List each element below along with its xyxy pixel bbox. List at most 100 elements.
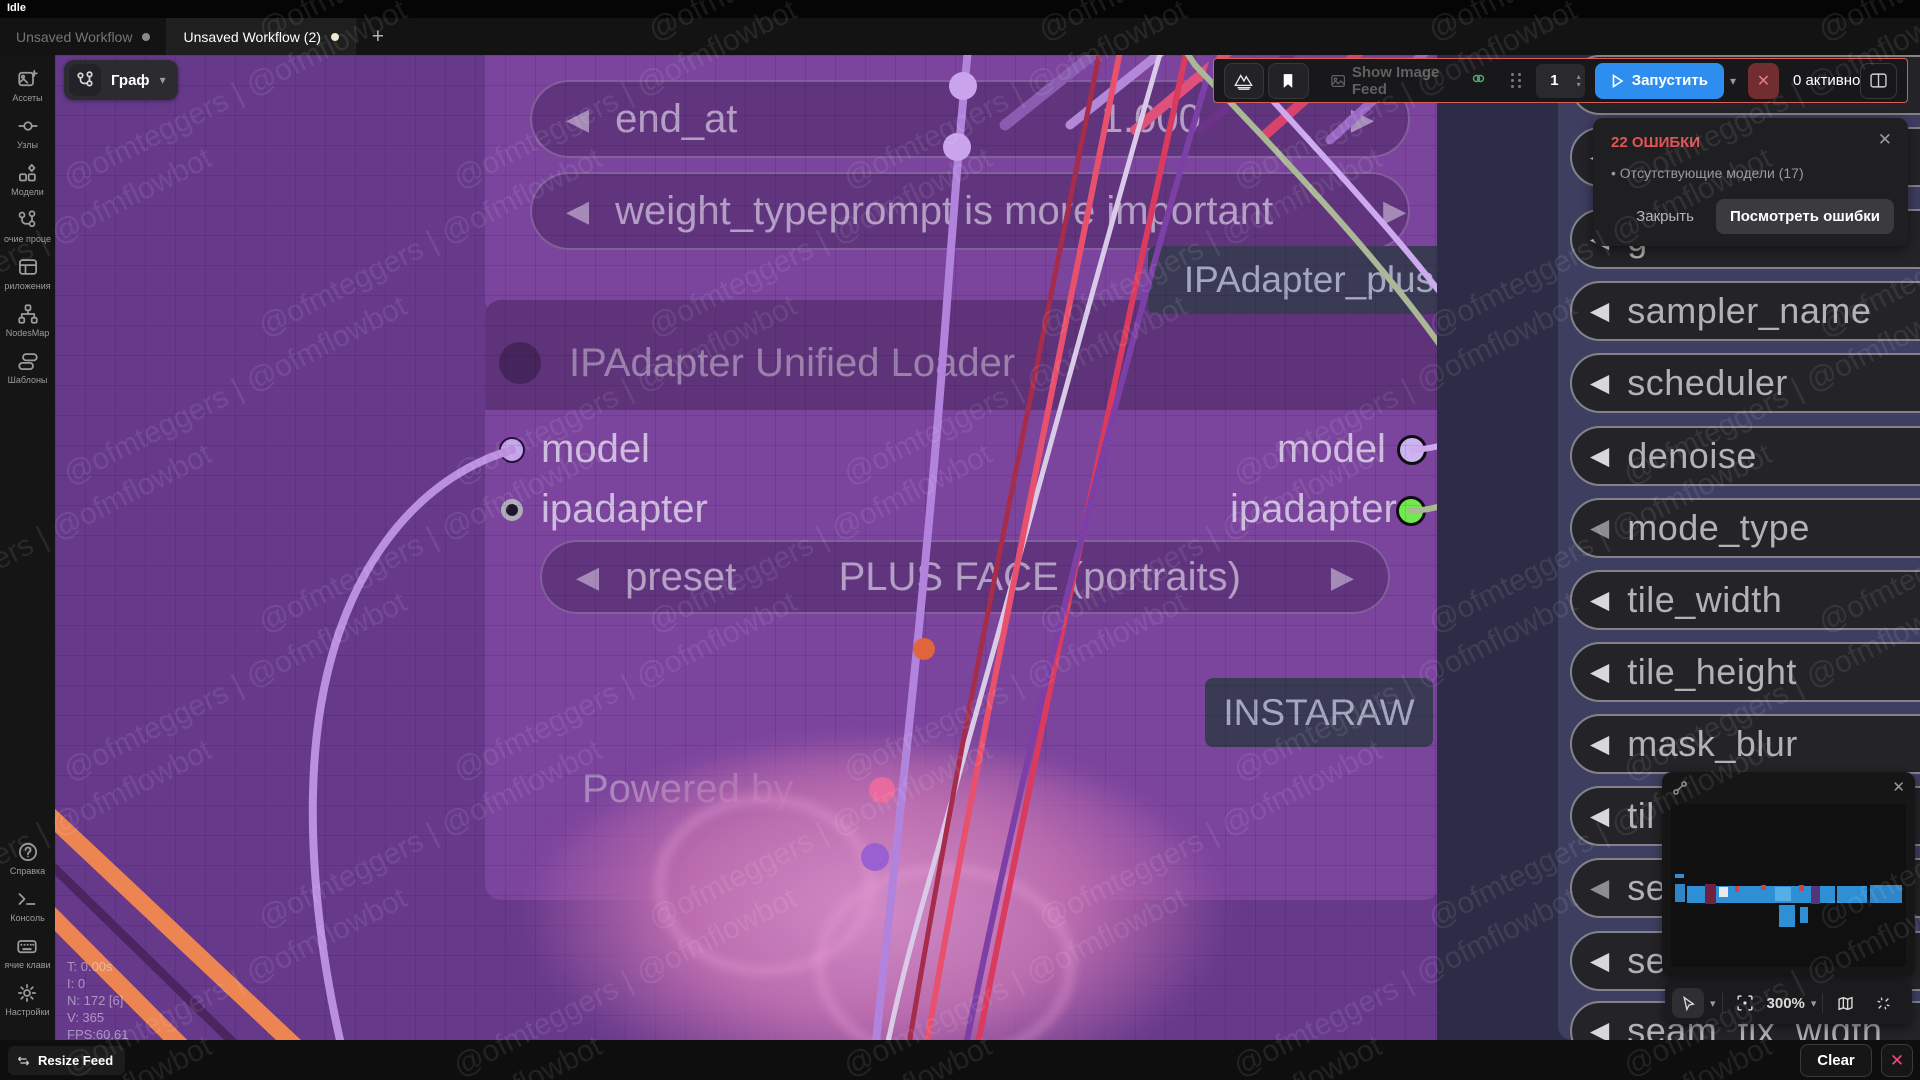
logo-button[interactable] bbox=[1224, 63, 1264, 99]
sidebar-item-label: очие проце bbox=[4, 234, 51, 244]
sidebar-item-nodesmap[interactable]: NodesMap bbox=[6, 304, 50, 338]
widget-left-arrow-icon[interactable]: ◀ bbox=[1590, 441, 1609, 471]
drag-handle-icon[interactable] bbox=[1511, 73, 1522, 88]
widget-denoise[interactable]: ◀ denoise bbox=[1570, 426, 1920, 486]
sidebar-item-workflows[interactable]: очие проце bbox=[4, 210, 51, 244]
queue-count-input[interactable]: 1 bbox=[1536, 64, 1572, 98]
chevron-down-icon: ▾ bbox=[160, 73, 166, 87]
unsaved-dot-icon bbox=[142, 33, 150, 41]
error-panel: 22 ОШИБКИ ✕ • Отсутствующие модели (17) … bbox=[1593, 118, 1908, 246]
sidebar-item-settings[interactable]: Настройки bbox=[5, 983, 49, 1017]
widget-name: sampler_name bbox=[1627, 290, 1871, 332]
widget-name: se bbox=[1627, 940, 1666, 982]
widget-name: tile_width bbox=[1627, 579, 1782, 621]
minimap-toggle-button[interactable] bbox=[1829, 988, 1861, 1018]
widget-left-arrow-icon[interactable]: ◀ bbox=[1590, 873, 1609, 903]
apps-icon bbox=[18, 257, 38, 277]
stepper-down-icon[interactable]: ▾ bbox=[1577, 81, 1581, 89]
tool-chevron-icon[interactable]: ▾ bbox=[1710, 997, 1716, 1010]
sidebar-item-label: ячие клави bbox=[4, 960, 50, 970]
graph-menu-button[interactable]: Граф ▾ bbox=[64, 60, 178, 100]
widget-left-arrow-icon[interactable]: ◀ bbox=[1590, 801, 1609, 831]
workflows-icon bbox=[17, 210, 37, 230]
minimap-panel[interactable]: ✕ bbox=[1662, 772, 1915, 976]
widget-scheduler[interactable]: ◀scheduler bbox=[1570, 353, 1920, 413]
new-workflow-button[interactable]: + bbox=[356, 18, 400, 55]
sidebar-item-models[interactable]: Модели bbox=[11, 163, 44, 197]
widget-left-arrow-icon[interactable]: ◀ bbox=[1590, 657, 1609, 687]
error-item[interactable]: • Отсутствующие модели (17) bbox=[1611, 165, 1890, 181]
run-button[interactable]: Запустить bbox=[1595, 63, 1724, 99]
show-image-feed-toggle[interactable]: Show Image Feed bbox=[1331, 64, 1486, 98]
widget-mask-blur[interactable]: ◀mask_blur bbox=[1570, 714, 1920, 774]
app-window: IPAdapter Unified Loader ◀ end_at 1.000 … bbox=[0, 0, 1920, 1080]
status-bar: Idle bbox=[0, 0, 1920, 18]
resize-feed-button[interactable]: Resize Feed bbox=[8, 1046, 125, 1075]
widget-left-arrow-icon[interactable]: ◀ bbox=[1590, 946, 1609, 976]
bottom-bar: Resize Feed Clear ✕ bbox=[0, 1040, 1920, 1080]
close-feed-button[interactable]: ✕ bbox=[1881, 1044, 1913, 1077]
bookmark-button[interactable] bbox=[1268, 63, 1308, 99]
queue-count-stepper[interactable]: ▴▾ bbox=[1573, 64, 1585, 98]
sidebar-item-label: Справка bbox=[10, 866, 45, 876]
canvas-debug-stats: T: 0.00s I: 0 N: 172 [6] V: 365 FPS:60.6… bbox=[67, 958, 128, 1040]
left-sidebar: Ассеты Узлы Модели очие проце риложения … bbox=[0, 55, 55, 1040]
widget-left-arrow-icon[interactable]: ◀ bbox=[1590, 296, 1609, 326]
widget-mode-type[interactable]: ◀mode_type bbox=[1570, 498, 1920, 558]
sidebar-item-hotkeys[interactable]: ячие клави bbox=[4, 936, 50, 970]
zoom-chevron-icon[interactable]: ▾ bbox=[1811, 997, 1817, 1010]
sidebar-item-assets[interactable]: Ассеты bbox=[12, 69, 42, 103]
status-label: Idle bbox=[7, 2, 26, 14]
graph-menu-label: Граф bbox=[111, 72, 150, 89]
sidebar-item-help[interactable]: Справка bbox=[10, 842, 45, 876]
error-close-button[interactable]: Закрыть bbox=[1636, 208, 1694, 225]
terminal-icon bbox=[17, 889, 37, 909]
close-icon[interactable]: ✕ bbox=[1892, 778, 1905, 796]
widget-tile-height[interactable]: ◀ tile_height bbox=[1570, 642, 1920, 702]
sidebar-item-templates[interactable]: Шаблоны bbox=[8, 351, 48, 385]
resize-icon bbox=[16, 1054, 31, 1068]
workflow-icon bbox=[69, 64, 101, 96]
bookmark-icon bbox=[1281, 73, 1295, 89]
fit-view-button[interactable] bbox=[1729, 988, 1761, 1018]
clear-feed-button[interactable]: Clear bbox=[1800, 1044, 1872, 1077]
widget-name: denoise bbox=[1627, 435, 1757, 477]
toggle-links-button[interactable] bbox=[1867, 988, 1899, 1018]
panel-toggle-button[interactable] bbox=[1860, 63, 1897, 99]
widget-left-arrow-icon[interactable]: ◀ bbox=[1590, 1016, 1609, 1040]
unlink-icon bbox=[1876, 996, 1891, 1011]
play-icon bbox=[1611, 74, 1624, 88]
sidebar-item-nodes[interactable]: Узлы bbox=[17, 116, 38, 150]
sidebar-item-apps[interactable]: риложения bbox=[4, 257, 50, 291]
widget-left-arrow-icon[interactable]: ◀ bbox=[1590, 368, 1609, 398]
sidebar-item-label: Узлы bbox=[17, 140, 38, 150]
minimap-view[interactable] bbox=[1671, 804, 1906, 967]
minimap-links-icon bbox=[1672, 780, 1688, 796]
map-icon bbox=[1838, 996, 1853, 1011]
tab-unsaved-workflow[interactable]: Unsaved Workflow bbox=[0, 18, 167, 55]
widget-left-arrow-icon[interactable]: ◀ bbox=[1590, 729, 1609, 759]
models-icon bbox=[18, 163, 38, 183]
run-toolbar: Show Image Feed 1 ▴▾ Запустить ▾ ✕ 0 акт… bbox=[1213, 58, 1908, 103]
widget-left-arrow-icon[interactable]: ◀ bbox=[1590, 585, 1609, 615]
tab-unsaved-workflow-2[interactable]: Unsaved Workflow (2) bbox=[167, 18, 355, 55]
widget-name: tile_height bbox=[1627, 651, 1797, 693]
error-view-button[interactable]: Посмотреть ошибки bbox=[1716, 199, 1894, 234]
image-icon bbox=[1331, 74, 1345, 88]
tab-label: Unsaved Workflow bbox=[16, 29, 132, 45]
widget-sampler-name[interactable]: ◀ sampler_name bbox=[1570, 281, 1920, 341]
sidebar-item-label: Модели bbox=[11, 187, 44, 197]
sidebar-item-label: NodesMap bbox=[6, 328, 50, 338]
sidebar-item-console[interactable]: Консоль bbox=[10, 889, 45, 923]
zoom-level[interactable]: 300% bbox=[1767, 995, 1805, 1012]
run-options-chevron-icon[interactable]: ▾ bbox=[1730, 74, 1736, 88]
widget-name: til bbox=[1627, 795, 1655, 837]
tab-label: Unsaved Workflow (2) bbox=[183, 29, 320, 45]
close-icon[interactable]: ✕ bbox=[1878, 130, 1892, 150]
nodes-icon bbox=[18, 116, 38, 136]
feed-link-icon bbox=[1472, 72, 1485, 89]
widget-left-arrow-icon[interactable]: ◀ bbox=[1590, 513, 1609, 543]
cancel-run-button[interactable]: ✕ bbox=[1748, 63, 1779, 99]
select-tool-button[interactable] bbox=[1672, 988, 1704, 1018]
widget-tile-width[interactable]: ◀ tile_width bbox=[1570, 570, 1920, 630]
